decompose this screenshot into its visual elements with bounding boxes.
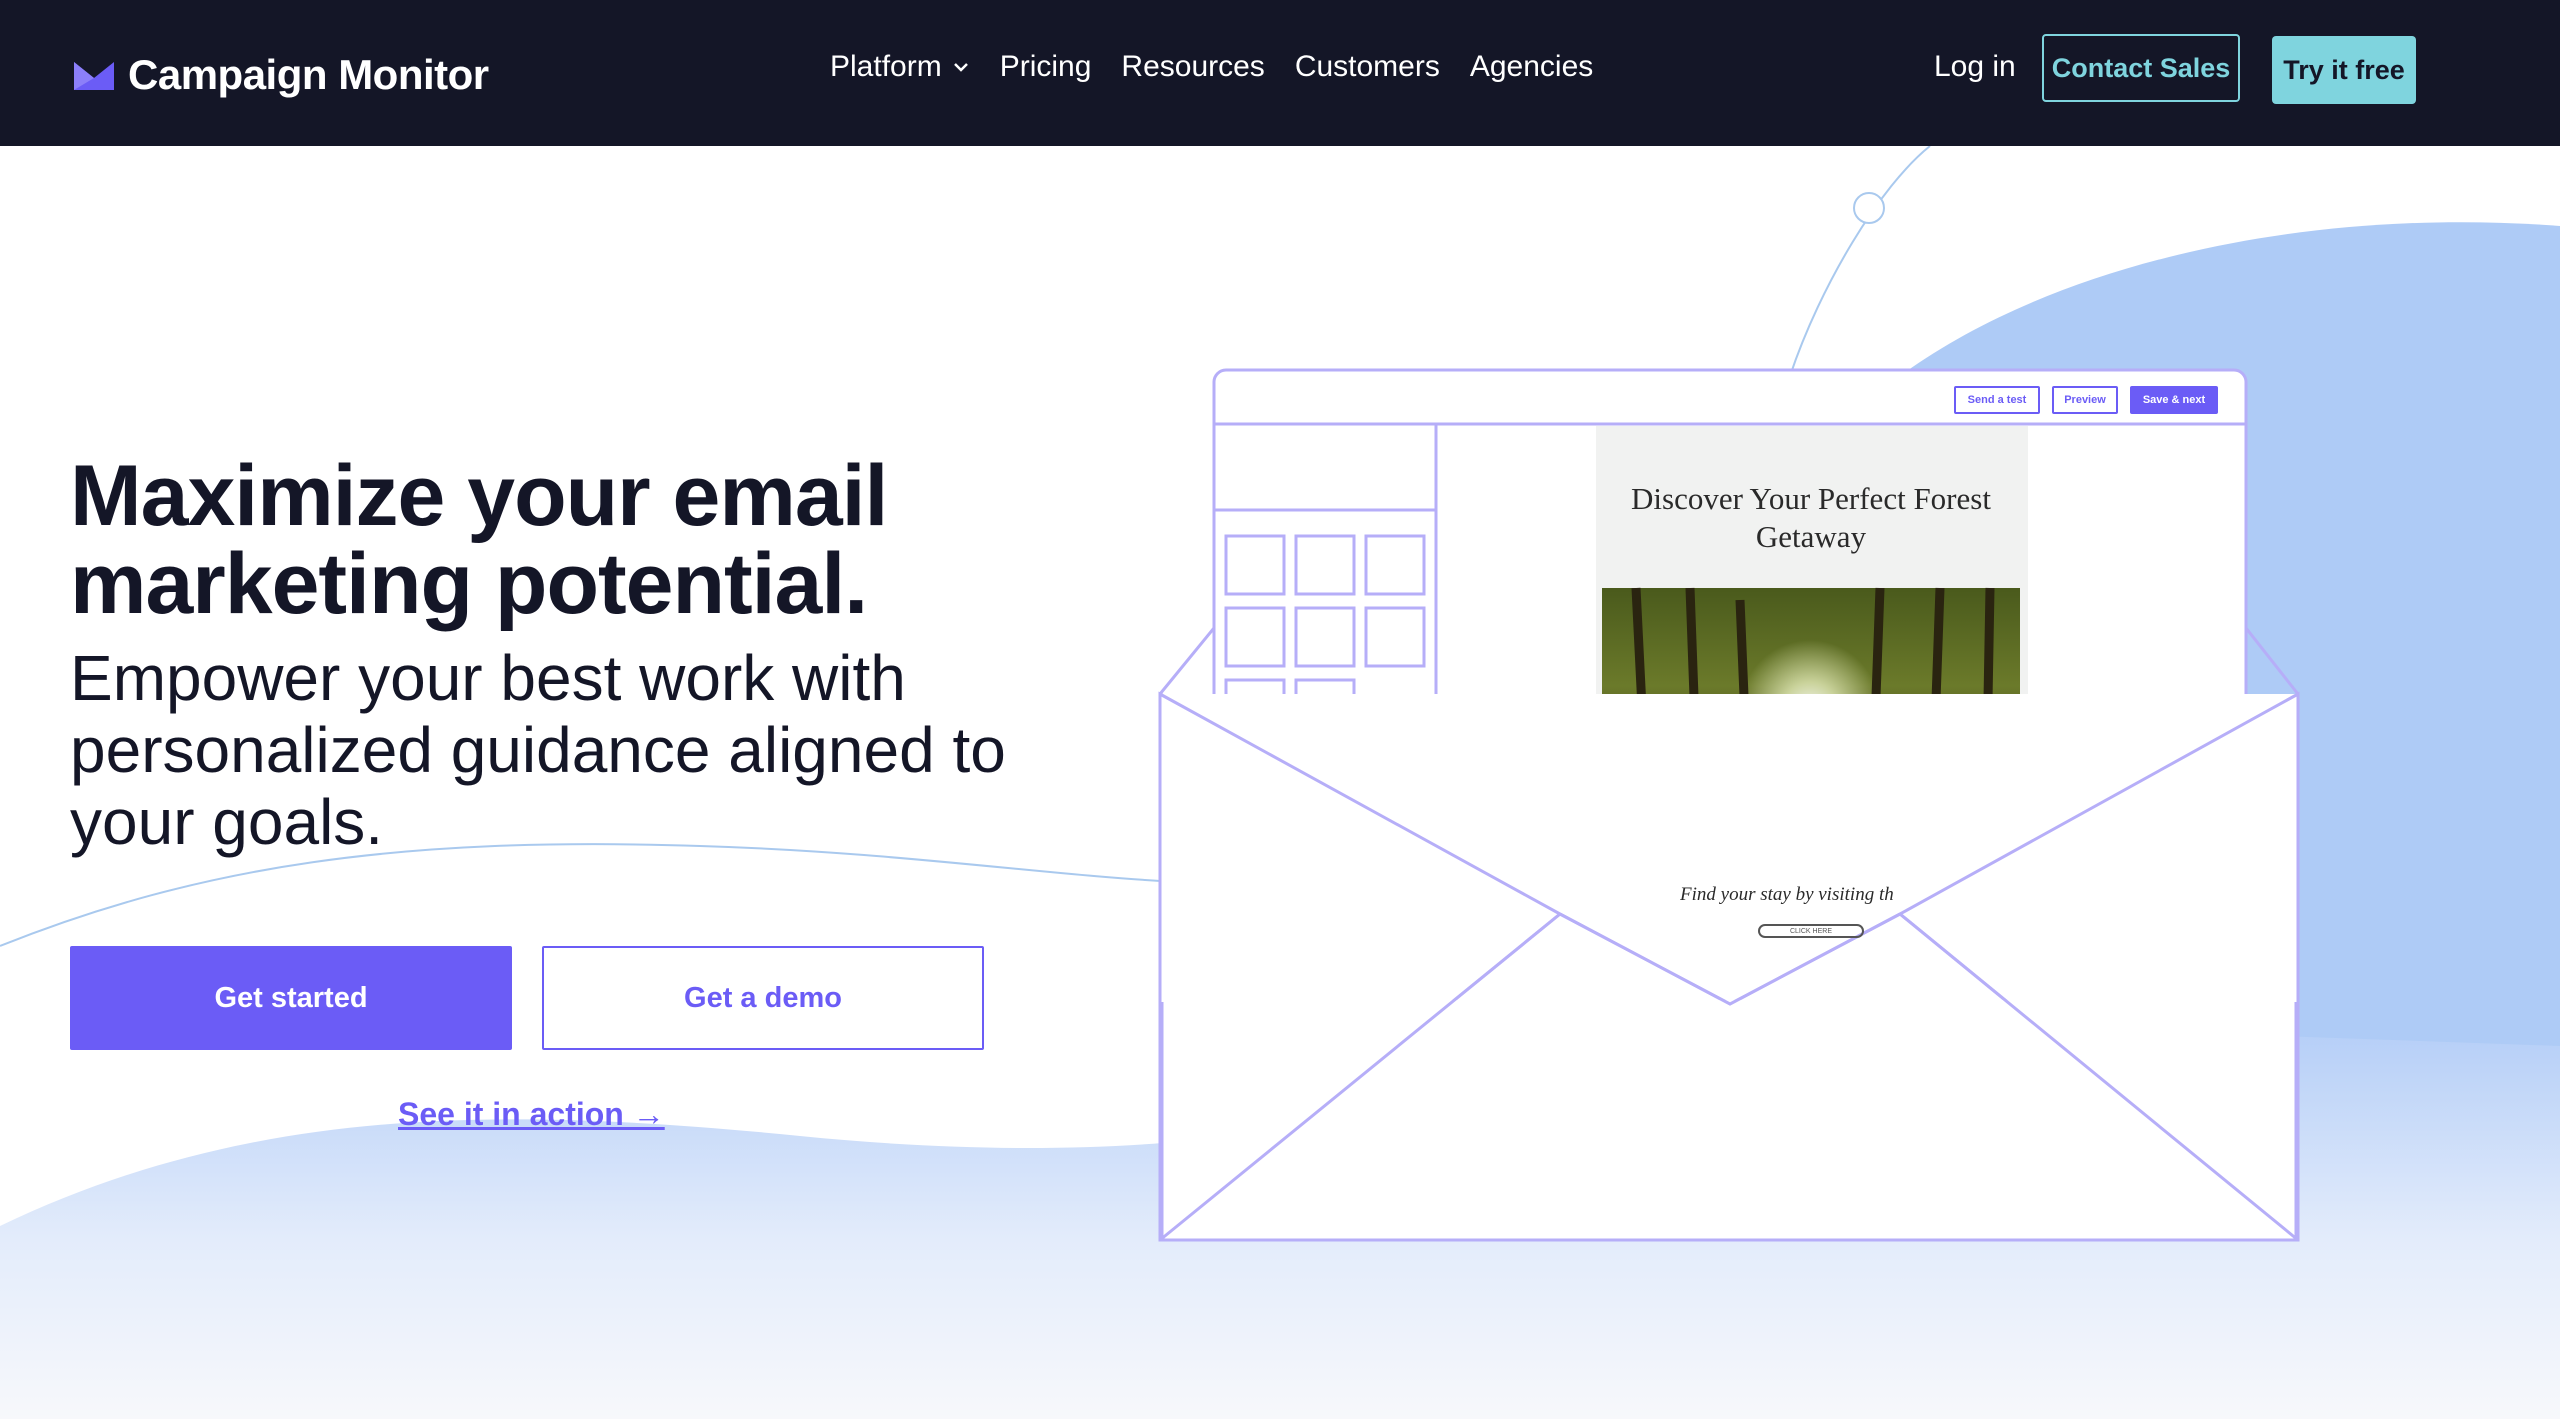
hero-subheadline: Empower your best work with personalized… (70, 642, 1006, 858)
try-free-button[interactable]: Try it free (2272, 36, 2416, 104)
contact-sales-button[interactable]: Contact Sales (2042, 34, 2240, 102)
nav-item-pricing[interactable]: Pricing (1000, 44, 1092, 90)
nav-item-label: Agencies (1469, 50, 1594, 83)
get-demo-button[interactable]: Get a demo (542, 946, 984, 1050)
nav-item-customers[interactable]: Customers (1295, 44, 1440, 90)
login-link[interactable]: Log in (1934, 44, 2016, 90)
nav-item-agencies[interactable]: Agencies (1470, 44, 1593, 90)
see-it-in-action-link[interactable]: See it in action → (398, 1096, 665, 1133)
nav-item-label: Pricing (999, 50, 1092, 83)
nav-links: Platform Pricing Resources Customers Age… (830, 44, 1623, 90)
brand-logo[interactable]: Campaign Monitor (72, 46, 489, 104)
nav-item-platform[interactable]: Platform (830, 44, 970, 90)
chevron-down-icon (953, 63, 968, 72)
brand-name: Campaign Monitor (128, 51, 489, 98)
send-test-button: Send a test (1954, 386, 2040, 414)
email-cta-button: CLICK HERE (1758, 924, 1864, 938)
nav-item-label: Platform (830, 50, 942, 83)
nav-item-label: Customers (1294, 50, 1440, 83)
save-next-button: Save & next (2130, 386, 2218, 414)
email-title: Discover Your Perfect Forest Getaway (1631, 481, 1991, 554)
envelope-logo-icon (74, 62, 114, 90)
nav-item-label: Resources (1121, 50, 1265, 83)
nav-item-resources[interactable]: Resources (1121, 44, 1264, 90)
get-started-button[interactable]: Get started (70, 946, 512, 1050)
top-navigation: Campaign Monitor Platform Pricing Resour… (0, 0, 2560, 146)
email-tagline: Find your stay by visiting th (1680, 884, 1894, 905)
preview-button: Preview (2052, 386, 2118, 414)
hero-headline: Maximize your email marketing potential. (70, 448, 888, 632)
